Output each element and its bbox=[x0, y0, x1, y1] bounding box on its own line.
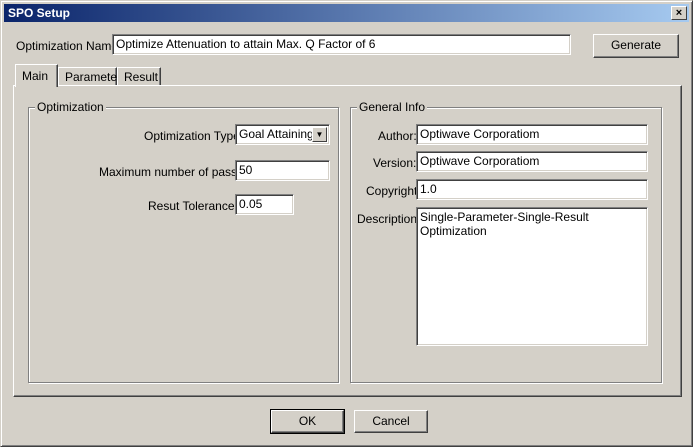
optimization-group: Optimization bbox=[28, 100, 339, 383]
optimization-type-select[interactable]: Goal Attaining ▼ bbox=[235, 124, 330, 145]
max-passes-label: Maximum number of passes: bbox=[99, 165, 254, 179]
max-passes-input[interactable]: 50 bbox=[235, 160, 330, 181]
description-label: Description: bbox=[357, 212, 421, 226]
author-label: Author: bbox=[378, 129, 417, 143]
spo-setup-dialog: SPO Setup × Optimization Name: Optimize … bbox=[0, 0, 693, 447]
version-input[interactable]: Optiwave Corporatiom bbox=[416, 151, 648, 172]
result-tolerance-label: Resut Tolerance: bbox=[148, 199, 238, 213]
tab-result[interactable]: Result bbox=[117, 67, 161, 86]
generate-button[interactable]: Generate bbox=[593, 34, 679, 58]
version-label: Version: bbox=[373, 156, 417, 170]
author-input[interactable]: Optiwave Corporatiom bbox=[416, 124, 648, 145]
tab-parameter[interactable]: Parameter bbox=[58, 67, 121, 86]
general-info-group-title: General Info bbox=[357, 100, 428, 114]
copyright-input[interactable]: 1.0 bbox=[416, 179, 648, 200]
optimization-name-input[interactable]: Optimize Attenuation to attain Max. Q Fa… bbox=[112, 34, 571, 55]
copyright-label: Copyright: bbox=[366, 184, 421, 198]
ok-button[interactable]: OK bbox=[270, 409, 345, 434]
description-textarea[interactable]: Single-Parameter-Single-Result Optimizat… bbox=[416, 207, 648, 346]
close-button[interactable]: × bbox=[671, 6, 687, 20]
result-tolerance-input[interactable]: 0.05 bbox=[235, 194, 294, 215]
title-bar[interactable]: SPO Setup × bbox=[4, 4, 689, 22]
optimization-group-title: Optimization bbox=[35, 100, 106, 114]
optimization-type-label: Optimization Type: bbox=[144, 129, 244, 143]
chevron-down-icon[interactable]: ▼ bbox=[312, 127, 327, 142]
window-title: SPO Setup bbox=[8, 6, 71, 20]
tab-main[interactable]: Main bbox=[15, 64, 58, 87]
optimization-type-value: Goal Attaining bbox=[239, 127, 314, 141]
cancel-button[interactable]: Cancel bbox=[354, 410, 428, 433]
optimization-name-label: Optimization Name: bbox=[16, 39, 122, 53]
close-icon: × bbox=[675, 7, 683, 19]
